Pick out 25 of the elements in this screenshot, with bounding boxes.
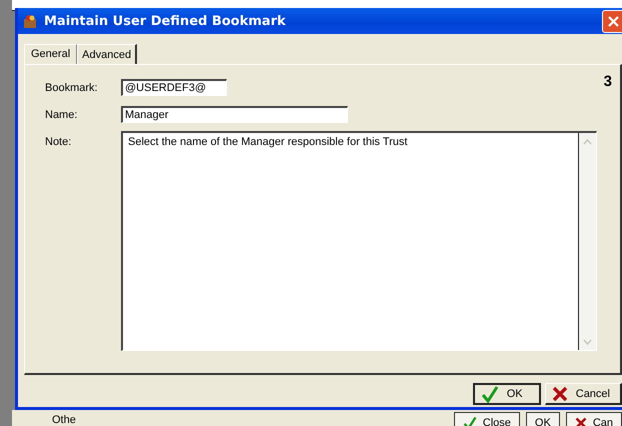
background-button[interactable]: Can [566, 412, 622, 426]
close-icon [552, 386, 568, 402]
scroll-up-icon[interactable] [583, 138, 592, 144]
box-icon [22, 13, 38, 29]
input-field[interactable]: @USERDEF3@ [121, 79, 227, 96]
close-icon [574, 417, 587, 426]
background-label: Othe [52, 413, 76, 426]
cancel-button[interactable]: Cancel [544, 383, 622, 405]
page-number: 3 [604, 73, 612, 90]
field-label: Bookmark: [45, 81, 99, 94]
tab[interactable]: Advanced [77, 44, 138, 64]
ok-button[interactable]: OK [472, 383, 541, 405]
field-label: Note: [45, 135, 72, 148]
field-label: Name: [45, 108, 78, 121]
close-button[interactable] [602, 10, 622, 32]
window-title: Maintain User Defined Bookmark [44, 14, 287, 28]
tab[interactable]: General [24, 44, 78, 64]
background-button[interactable]: OK [526, 412, 560, 426]
input-field[interactable]: Manager [121, 106, 348, 123]
scroll-down-icon[interactable] [583, 338, 592, 344]
close-icon [607, 14, 620, 28]
checkmark-icon [480, 385, 499, 403]
checkmark-icon [462, 416, 477, 426]
note-field[interactable]: Select the name of the Manager responsible for this Trust [121, 131, 597, 351]
background-button[interactable]: Close [454, 412, 520, 426]
